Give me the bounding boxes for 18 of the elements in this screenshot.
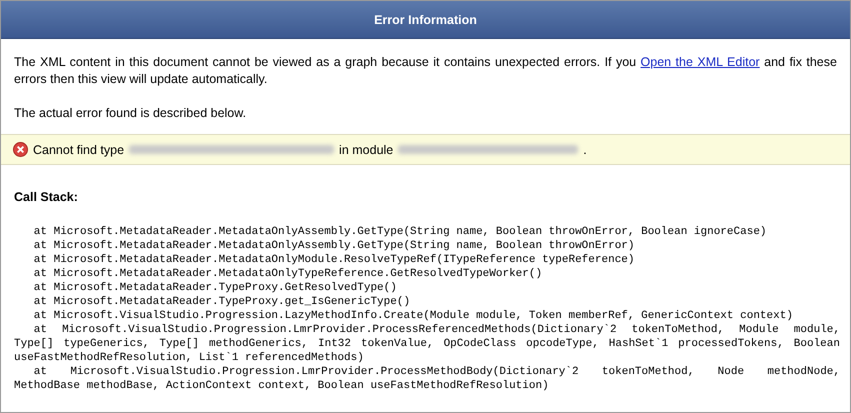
error-text: in module bbox=[339, 142, 394, 156]
error-text: Cannot find type bbox=[33, 142, 124, 156]
stack-frame: at Microsoft.VisualStudio.Progression.LmrProvider.ProcessMethodBody(Dictionary`2 tokenToMethod, Node methodNode, MethodBase methodBase, ActionContext context, Boolean useFastMethodRefResolution) bbox=[14, 365, 840, 393]
window-title: Error Information bbox=[374, 12, 477, 26]
stack-frame: at Microsoft.MetadataReader.MetadataOnlyAssembly.GetType(String name, Boolean throwOnError, Boolean ignoreCase) bbox=[14, 225, 840, 239]
stack-frame: at Microsoft.MetadataReader.MetadataOnlyAssembly.GetType(String name, Boolean throwOnError) bbox=[14, 239, 840, 253]
error-text: . bbox=[583, 142, 587, 156]
stack-frame: at Microsoft.MetadataReader.TypeProxy.get_IsGenericType() bbox=[14, 295, 840, 309]
note-text: The actual error found is described below. bbox=[13, 105, 248, 122]
stack-frame: at Microsoft.MetadataReader.MetadataOnlyModule.ResolveTypeRef(ITypeReference typeReference) bbox=[14, 253, 840, 267]
stack-frame: at Microsoft.VisualStudio.Progression.LmrProvider.ProcessReferencedMethods(Dictionary`2 tokenToMethod, Module module, Type[] typeGenerics, Type[] methodGenerics, Int32 tokenValue, OpCodeClass opcodeType, HashSet`1 processedTokens, Boolean useFastMethodRefResolution, List`1 referencedMethods) bbox=[14, 323, 840, 365]
error-icon bbox=[13, 142, 28, 157]
stack-frame: at Microsoft.MetadataReader.MetadataOnlyTypeReference.GetResolvedTypeWorker() bbox=[14, 267, 840, 281]
stack-frame: at Microsoft.VisualStudio.Progression.LazyMethodInfo.Create(Module module, Token memberRef, GenericContext context) bbox=[14, 309, 840, 323]
xml-editor-link[interactable]: Open the XML Editor bbox=[640, 55, 760, 69]
call-stack-heading: Call Stack: bbox=[13, 190, 79, 204]
intro-text: The XML content in this document cannot be viewed as a graph because it contains unexpected errors. If you Open the XML Editor and fix these errors then this view will update automatically. bbox=[13, 54, 838, 88]
stack-frame: at Microsoft.MetadataReader.TypeProxy.GetResolvedType() bbox=[14, 281, 840, 295]
